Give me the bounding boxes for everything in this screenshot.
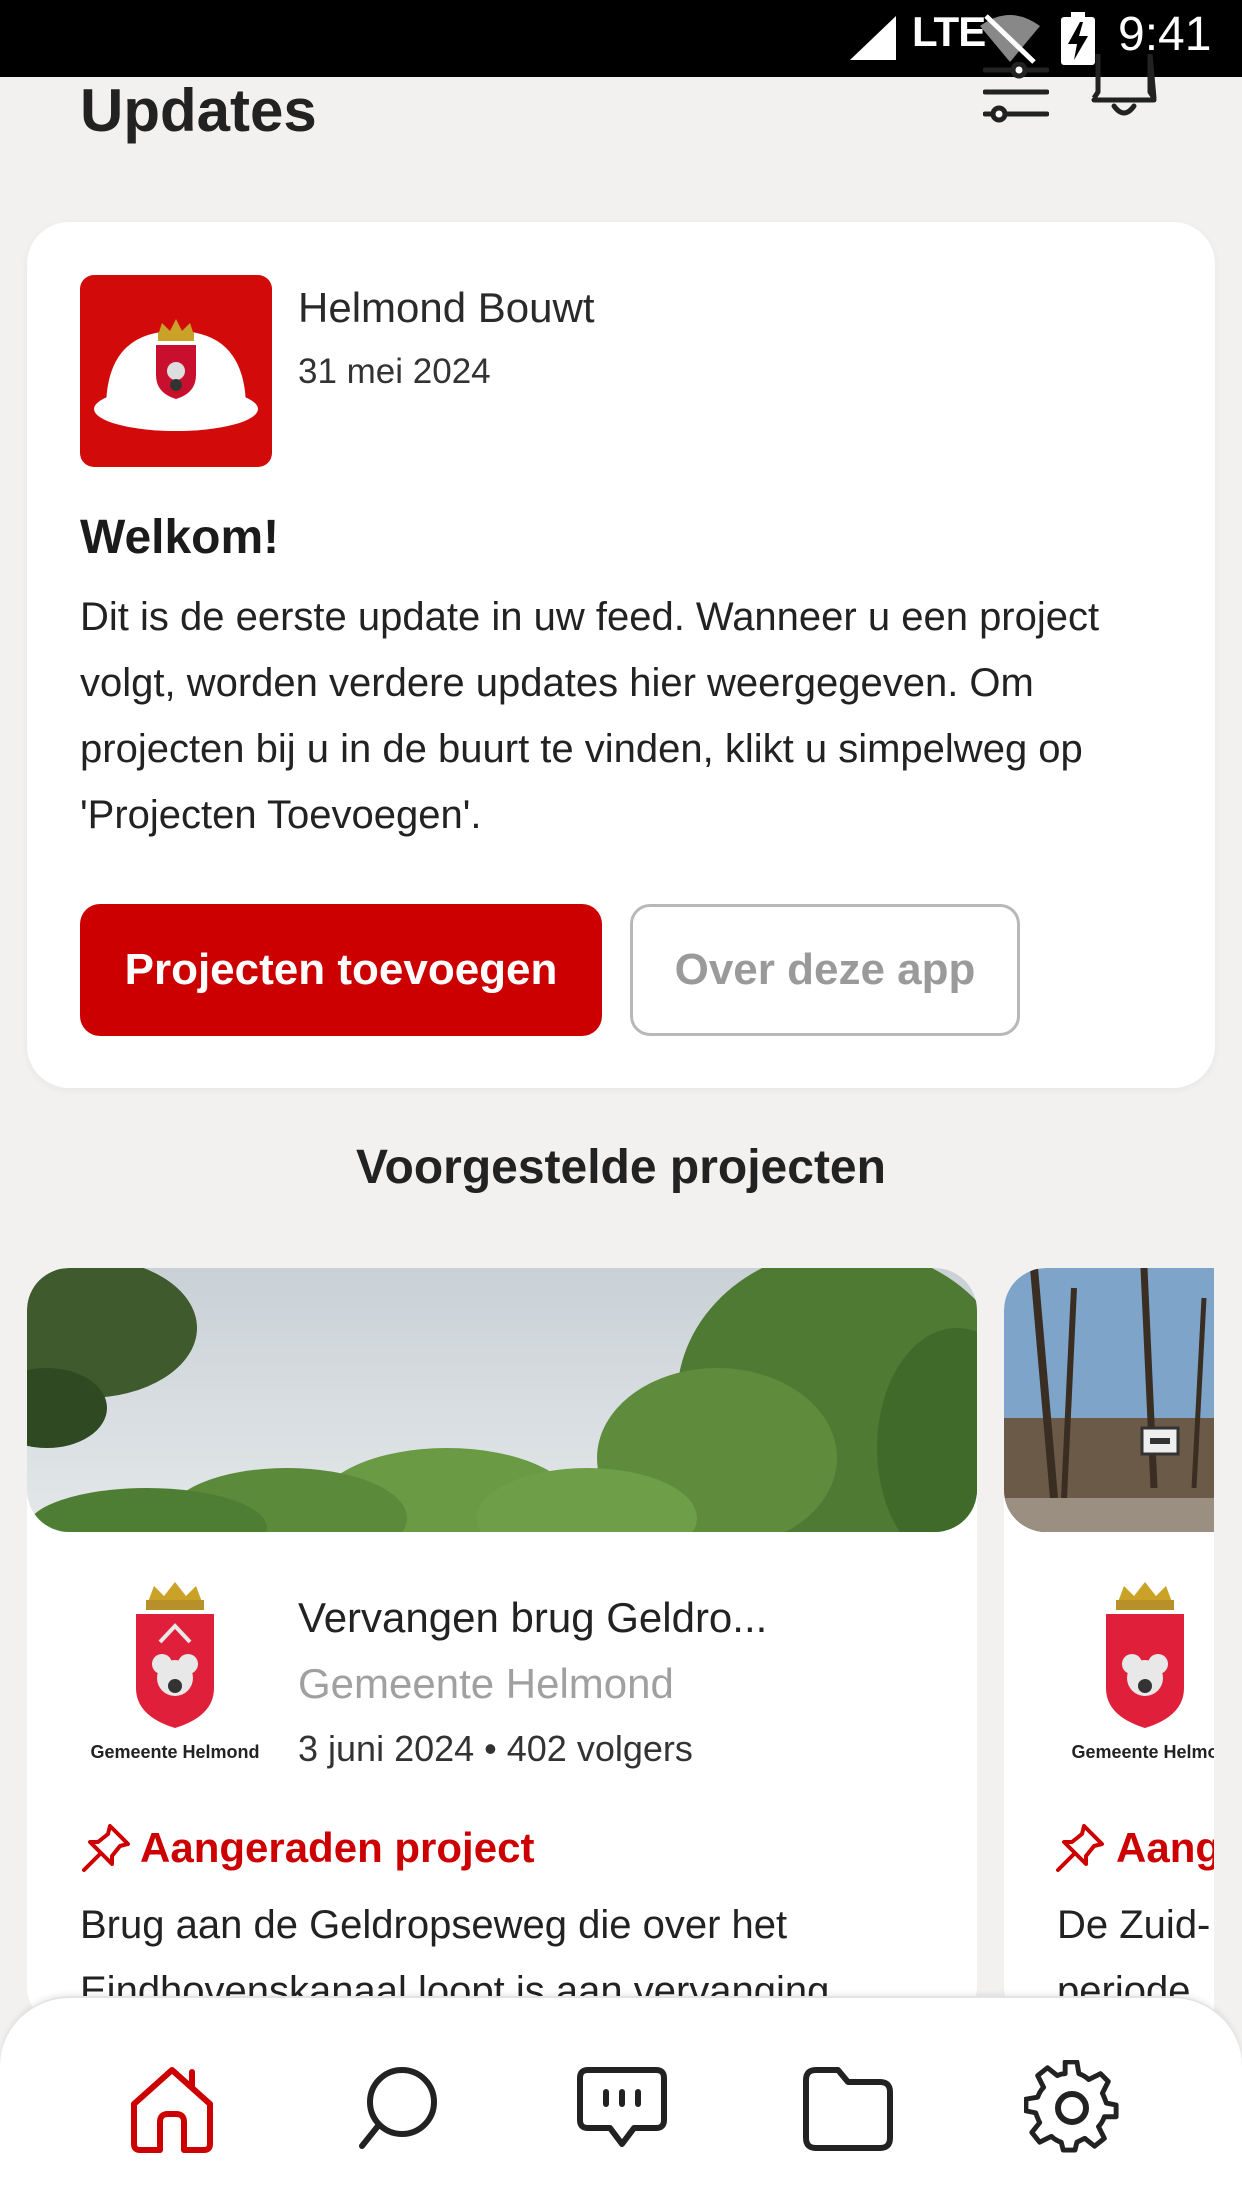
chat-icon[interactable] [574,2060,670,2156]
helmond-bouwt-logo [80,275,272,467]
welcome-body: Dit is de eerste update in uw feed. Wann… [80,595,1100,837]
search-icon[interactable] [350,2060,446,2156]
project-meta: 3 juni 2024 • 402 volgers [298,1728,693,1769]
welcome-title: Welkom! [80,511,280,564]
status-bar: LTE 9:41 [0,0,1242,77]
pin-icon [82,1824,130,1872]
gemeente-helmond-logo: Gemeente Helmo [1050,1580,1214,1770]
cell-signal-icon [850,16,896,60]
folder-icon[interactable] [800,2060,896,2156]
project-description-line: Brug aan de Geldropseweg die over het [80,1903,788,1947]
bottom-navigation [0,1996,1242,2208]
wifi-off-icon [980,14,1040,64]
settings-icon[interactable] [1024,2060,1120,2156]
add-projects-button[interactable]: Projecten toevoegen [80,904,602,1036]
project-card[interactable]: Gemeente Helmo Aang De Zuid- periode [1004,1268,1214,2028]
project-description-line: De Zuid- [1057,1903,1211,1947]
project-photo [27,1268,977,1532]
recommended-tag: Aangeraden project [140,1824,535,1871]
project-organization: Gemeente Helmond [298,1660,674,1707]
logo-caption: Gemeente Helmo [1071,1742,1214,1762]
recommended-tag: Aang [1116,1824,1214,1871]
project-card[interactable]: Gemeente Helmond Vervangen brug Geldro..… [27,1268,977,2028]
page-title: Updates [80,77,317,144]
sliders-icon[interactable] [983,62,1049,124]
org-name: Helmond Bouwt [298,284,595,331]
bell-icon[interactable] [1088,54,1160,128]
home-icon[interactable] [124,2060,220,2156]
post-date: 31 mei 2024 [298,352,491,391]
gemeente-helmond-logo: Gemeente Helmond [80,1580,270,1770]
pin-icon [1056,1824,1104,1872]
project-photo [1004,1268,1214,1532]
welcome-card: Helmond Bouwt 31 mei 2024 Welkom! Dit is… [27,222,1215,1088]
logo-caption: Gemeente Helmond [90,1742,259,1762]
about-app-button[interactable]: Over deze app [630,904,1020,1036]
network-type: LTE [912,8,986,55]
suggested-projects-title: Voorgestelde projecten [356,1141,886,1194]
project-title: Vervangen brug Geldro... [298,1594,768,1641]
